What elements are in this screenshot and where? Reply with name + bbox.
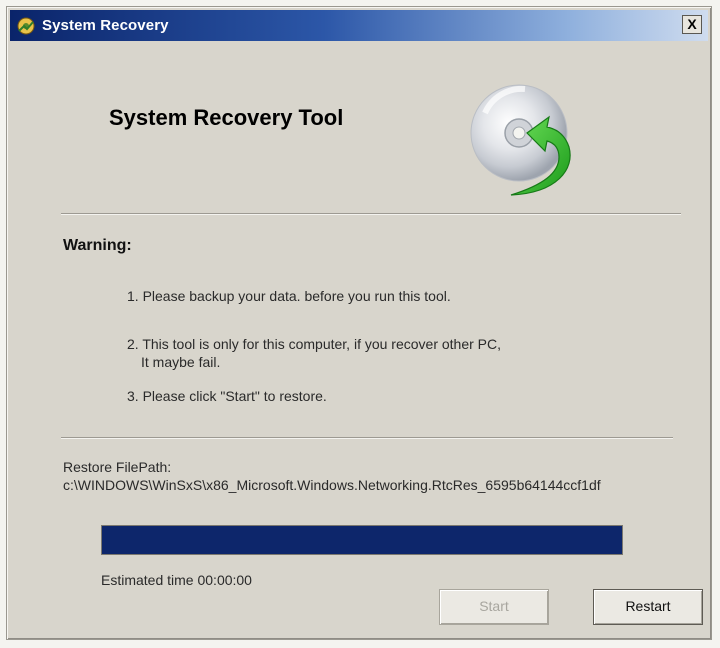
warning-item-text: 3. Please click "Start" to restore. [127, 388, 327, 404]
warning-item-text: 1. Please backup your data. before you r… [127, 288, 451, 304]
warning-item-continuation: It maybe fail. [141, 354, 221, 370]
warning-item-1: 1. Please backup your data. before you r… [127, 287, 451, 305]
close-button[interactable]: X [682, 15, 702, 34]
recovery-app-icon [17, 17, 35, 35]
warning-item-text: 2. This tool is only for this computer, … [127, 336, 502, 352]
window-title: System Recovery [42, 17, 169, 34]
header-divider [61, 213, 681, 215]
restore-path-value: c:\WINDOWS\WinSxS\x86_Microsoft.Windows.… [63, 477, 601, 493]
system-recovery-window: System Recovery X System Recovery Tool W… [6, 6, 712, 640]
estimated-time: Estimated time 00:00:00 [101, 572, 252, 588]
cd-disc-icon [470, 84, 571, 196]
warning-heading: Warning: [63, 237, 132, 254]
body-divider [61, 437, 673, 439]
progress-fill [102, 526, 622, 554]
page-title: System Recovery Tool [109, 105, 344, 130]
warning-item-2: 2. This tool is only for this computer, … [127, 335, 501, 371]
warning-item-3: 3. Please click "Start" to restore. [127, 387, 327, 405]
restore-path-label: Restore FilePath: [63, 459, 172, 475]
title-bar[interactable]: System Recovery X [10, 10, 708, 41]
restart-button[interactable]: Restart [593, 589, 703, 625]
progress-bar [101, 525, 623, 555]
start-button[interactable]: Start [439, 589, 549, 625]
